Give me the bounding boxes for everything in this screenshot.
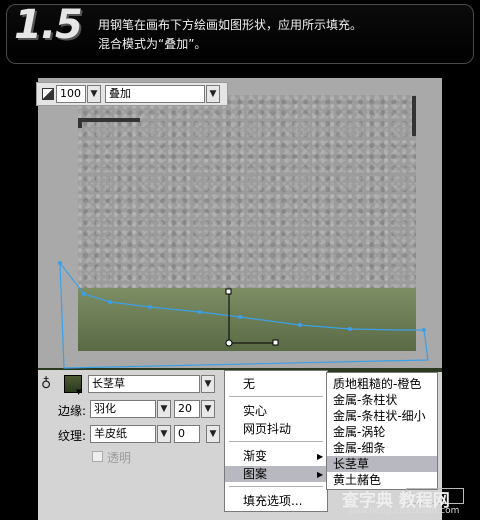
pattern-submenu: 质地粗糙的-橙色 金属-条柱状 金属-条柱状-细小 金属-涡轮 金属-细条 长茎… [326, 372, 438, 490]
opacity-dropdown-button[interactable]: ▼ [87, 85, 101, 103]
instruction-line-2: 混合模式为“叠加”。 [98, 37, 207, 51]
texture-label: 纹理: [58, 429, 87, 443]
texture-amount-dropdown-button[interactable]: ▼ [206, 425, 220, 443]
fill-type-menu: 无 实心 网页抖动 渐变 ▶ 图案 ▶ 填充选项... [224, 370, 328, 512]
texture-amount-input[interactable]: 0 [174, 425, 200, 443]
texture-select[interactable]: 羊皮纸 [90, 425, 156, 443]
blend-mode-dropdown-button[interactable]: ▼ [206, 85, 220, 103]
pattern-item[interactable]: 金属-条柱状 [327, 392, 437, 408]
edge-amount-input[interactable]: 20 [174, 400, 200, 418]
pattern-item[interactable]: 金属-条柱状-细小 [327, 408, 437, 424]
edge-select[interactable]: 羽化 [90, 400, 156, 418]
canvas-frame-corner [402, 96, 416, 136]
watermark-url: jiaocheng.chazidian.com [348, 506, 460, 516]
canvas-frame-corner [78, 118, 140, 128]
menu-item-web-dither[interactable]: 网页抖动 [225, 421, 327, 437]
edge-label: 边缘: [58, 404, 87, 418]
paint-bucket-icon: ♁ [41, 376, 52, 392]
fill-pattern-select[interactable]: 长茎草 [88, 375, 200, 393]
blend-mode-select[interactable]: 叠加 [105, 85, 205, 103]
fill-pattern-dropdown-button[interactable]: ▼ [201, 375, 215, 393]
edge-dropdown-button[interactable]: ▼ [157, 400, 171, 418]
transparent-label: 透明 [107, 451, 132, 465]
menu-separator [229, 486, 323, 487]
tutorial-header: 1.5 用钢笔在画布下方绘画如图形状，应用所示填充。 混合模式为“叠加”。 [0, 0, 480, 68]
grass-fill-shape[interactable] [78, 288, 416, 351]
swatch-arrow-icon[interactable]: ▼ [76, 388, 81, 396]
transparent-checkbox[interactable] [92, 451, 103, 462]
menu-item-gradient[interactable]: 渐变 [225, 448, 327, 464]
menu-item-fill-options[interactable]: 填充选项... [225, 493, 327, 509]
menu-item-pattern[interactable]: 图案 [225, 466, 327, 482]
menu-separator [229, 441, 323, 442]
fill-properties-panel: ♁ ▼ 长茎草 ▼ 边缘: 羽化 ▼ 20 ▼ 纹理: 羊皮纸 ▼ 0 ▼ 透明 [38, 370, 226, 468]
instruction-line-1: 用钢笔在画布下方绘画如图形状，应用所示填充。 [98, 18, 363, 32]
edge-amount-dropdown-button[interactable]: ▼ [201, 400, 215, 418]
submenu-arrow-icon: ▶ [317, 452, 324, 461]
menu-item-none[interactable]: 无 [225, 376, 327, 392]
menu-separator [229, 396, 323, 397]
submenu-arrow-icon: ▶ [317, 470, 324, 479]
texture-dropdown-button[interactable]: ▼ [157, 425, 171, 443]
pattern-item-selected[interactable]: 长茎草 [327, 456, 437, 472]
pattern-item[interactable]: 金属-细条 [327, 440, 437, 456]
opacity-icon [42, 88, 54, 100]
menu-item-solid[interactable]: 实心 [225, 403, 327, 419]
blend-toolbar: 100 ▼ 叠加 ▼ [36, 82, 228, 106]
pattern-item[interactable]: 质地粗糙的-橙色 [327, 376, 437, 392]
pattern-item[interactable]: 金属-涡轮 [327, 424, 437, 440]
step-number: 1.5 [14, 2, 83, 48]
opacity-input[interactable]: 100 [56, 85, 86, 103]
